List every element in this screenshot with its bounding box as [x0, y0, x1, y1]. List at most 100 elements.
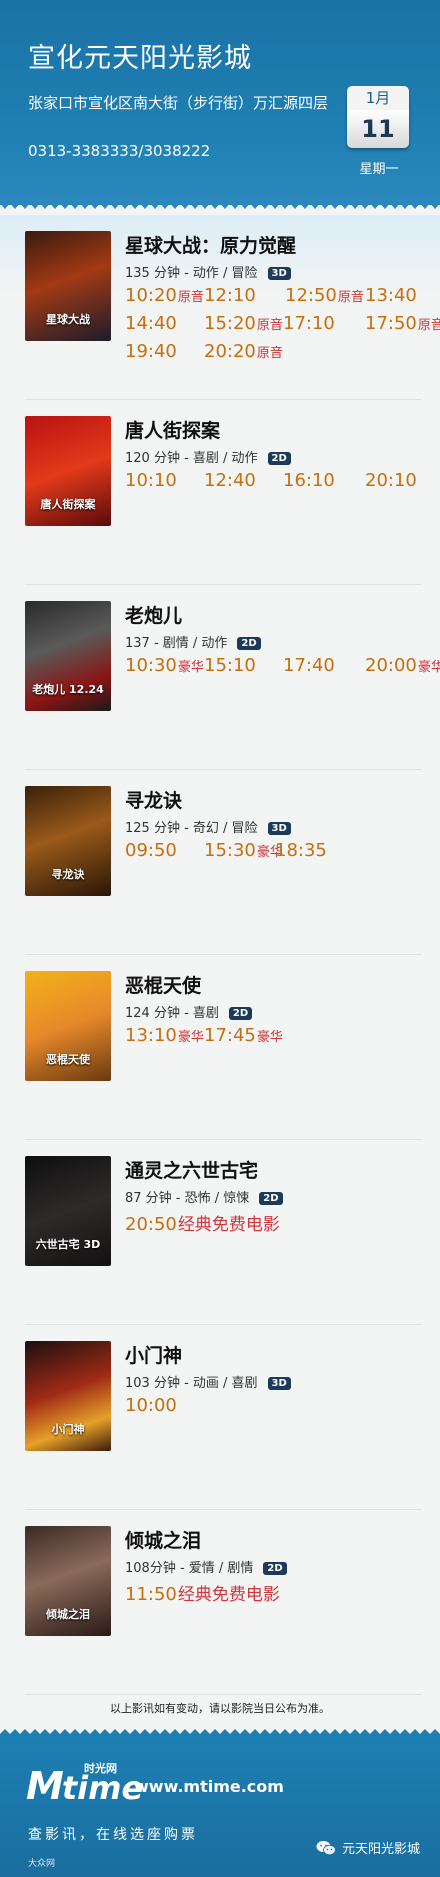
showtime[interactable]: 17:45豪华 [204, 1025, 283, 1046]
movie-title[interactable]: 寻龙诀 [125, 786, 182, 813]
showtime-time: 17:40 [283, 655, 335, 676]
showtime[interactable]: 20:10 [365, 470, 417, 491]
movie-item[interactable]: 六世古宅 3D 通灵之六世古宅 87 分钟 - 恐怖 / 惊悚 2D 20:50经… [0, 1140, 440, 1325]
showtime-tag: 原音 [256, 346, 283, 361]
showtime[interactable]: 15:10 [204, 655, 256, 676]
showtime[interactable]: 16:10 [283, 470, 335, 491]
showtime-time: 20:20 [204, 341, 256, 362]
showtime-time: 15:10 [204, 655, 256, 676]
movie-item[interactable]: 小门神 小门神 103 分钟 - 动画 / 喜剧 3D 10:00 [0, 1325, 440, 1510]
showtime[interactable]: 09:50 [125, 840, 177, 861]
mtime-site-link[interactable]: www.mtime.com [134, 1777, 284, 1796]
movie-title[interactable]: 老炮儿 [125, 601, 182, 628]
showtime[interactable]: 13:10豪华 [125, 1025, 204, 1046]
showtime-tag: 原音 [337, 290, 364, 305]
movie-title[interactable]: 星球大战：原力觉醒 [125, 231, 296, 258]
poster-text: 寻龙诀 [51, 868, 85, 881]
showtime[interactable]: 18:35 [275, 840, 327, 861]
showtime[interactable]: 12:10 [204, 285, 256, 306]
cinema-title: 宣化元天阳光影城 [28, 43, 252, 74]
movie-poster[interactable]: 小门神 [25, 1341, 111, 1451]
movie-poster[interactable]: 唐人街探案 [25, 416, 111, 526]
showtime[interactable]: 13:40 [365, 285, 417, 306]
movie-item[interactable]: 倾城之泪 倾城之泪 108分钟 - 爱情 / 剧情 2D 11:50经典免费电影 [0, 1510, 440, 1695]
format-badge: 3D [267, 1377, 291, 1390]
movie-poster[interactable]: 寻龙诀 [25, 786, 111, 896]
showtime-time: 10:30 [125, 655, 177, 676]
poster-text: 恶棍天使 [46, 1053, 90, 1066]
movie-poster[interactable]: 恶棍天使 [25, 971, 111, 1081]
showtime-time: 10:10 [125, 470, 177, 491]
movie-info: 124 分钟 - 喜剧 2D [125, 1002, 253, 1021]
showtime[interactable]: 20:00豪华 [365, 655, 440, 676]
showtime[interactable]: 20:50经典免费电影 [125, 1210, 280, 1235]
poster-text: 小门神 [51, 1423, 85, 1436]
movie-poster[interactable]: 星球大战 [25, 231, 111, 341]
movie-item[interactable]: 恶棍天使 恶棍天使 124 分钟 - 喜剧 2D 13:10豪华 17:45豪华 [0, 955, 440, 1140]
movie-duration-genre: 87 分钟 - 恐怖 / 惊悚 [125, 1191, 250, 1206]
showtime[interactable]: 10:10 [125, 470, 177, 491]
showtime-time: 13:40 [365, 285, 417, 306]
movie-duration-genre: 125 分钟 - 奇幻 / 冒险 [125, 821, 258, 836]
movie-title[interactable]: 恶棍天使 [125, 971, 201, 998]
date-weekday: 星期一 [359, 162, 399, 177]
showtime-tag: 原音 [177, 290, 204, 305]
showtime[interactable]: 19:40 [125, 341, 177, 362]
movie-info: 108分钟 - 爱情 / 剧情 2D [125, 1557, 287, 1576]
poster-text: 老炮儿 12.24 [32, 683, 104, 696]
date-month: 1月 [347, 86, 409, 110]
showtime[interactable]: 15:30豪华 [204, 840, 283, 861]
movie-poster[interactable]: 倾城之泪 [25, 1526, 111, 1636]
format-badge: 2D [237, 637, 261, 650]
mtime-slogan: 查影讯，在线选座购票 [28, 1827, 198, 1843]
mtime-logo[interactable]: Mtime 时光网 [26, 1762, 143, 1808]
movie-duration-genre: 108分钟 - 爱情 / 剧情 [125, 1561, 254, 1576]
format-badge: 2D [228, 1007, 253, 1020]
showtime[interactable]: 11:50经典免费电影 [125, 1580, 280, 1605]
movie-title[interactable]: 唐人街探案 [125, 416, 220, 443]
showtime[interactable]: 12:50原音 [285, 285, 364, 306]
footer-zigzag-edge [0, 1729, 440, 1741]
showtime-time: 17:10 [283, 313, 335, 334]
date-day: 11 [347, 110, 409, 148]
movie-title[interactable]: 小门神 [125, 1341, 182, 1368]
showtime-time: 19:40 [125, 341, 177, 362]
movie-poster[interactable]: 老炮儿 12.24 [25, 601, 111, 711]
showtime-tag: 原音 [256, 318, 283, 333]
movie-item[interactable]: 寻龙诀 寻龙诀 125 分钟 - 奇幻 / 冒险 3D 09:50 15:30豪华… [0, 770, 440, 955]
movie-title[interactable]: 倾城之泪 [125, 1526, 201, 1553]
format-badge: 2D [259, 1192, 283, 1205]
showtime[interactable]: 17:10 [283, 313, 335, 334]
movie-info: 135 分钟 - 动作 / 冒险 3D [125, 262, 291, 281]
cinema-header: 宣化元天阳光影城 张家口市宣化区南大街（步行街）万汇源四层 0313-33833… [0, 0, 440, 209]
movie-poster[interactable]: 六世古宅 3D [25, 1156, 111, 1266]
movie-item[interactable]: 唐人街探案 唐人街探案 120 分钟 - 喜剧 / 动作 2D 10:10 12:… [0, 400, 440, 585]
movie-duration-genre: 124 分钟 - 喜剧 [125, 1006, 219, 1021]
showtime[interactable]: 10:20原音 [125, 285, 204, 306]
showtime[interactable]: 14:40 [125, 313, 177, 334]
showtime[interactable]: 10:30豪华 [125, 655, 204, 676]
movie-item[interactable]: 星球大战 星球大战：原力觉醒 135 分钟 - 动作 / 冒险 3D 10:20原… [0, 215, 440, 400]
showtime-time: 15:20 [204, 313, 256, 334]
showtime-time: 18:35 [275, 840, 327, 861]
showtime[interactable]: 20:20原音 [204, 341, 283, 362]
notice-text: 以上影讯如有变动，请以影院当日公布为准。 [110, 1702, 330, 1715]
movie-duration-genre: 135 分钟 - 动作 / 冒险 [125, 266, 258, 281]
movie-title[interactable]: 通灵之六世古宅 [125, 1156, 258, 1183]
showtime[interactable]: 17:40 [283, 655, 335, 676]
showtime[interactable]: 17:50原音 [365, 313, 440, 334]
movie-item[interactable]: 老炮儿 12.24 老炮儿 137 - 剧情 / 动作 2D 10:30豪华 15… [0, 585, 440, 770]
showtime-tag: 原音 [417, 318, 440, 333]
wechat-account[interactable]: 元天阳光影城 [316, 1838, 420, 1857]
showtime[interactable]: 15:20原音 [204, 313, 283, 334]
movie-info: 125 分钟 - 奇幻 / 冒险 3D [125, 817, 291, 836]
logo-cn: 时光网 [84, 1762, 117, 1775]
showtime[interactable]: 12:40 [204, 470, 256, 491]
showtime-time: 10:20 [125, 285, 177, 306]
cinema-phone[interactable]: 0313-3383333/3038222 [28, 142, 210, 160]
showtime[interactable]: 10:00 [125, 1395, 177, 1416]
showtime-time: 17:50 [365, 313, 417, 334]
movie-info: 103 分钟 - 动画 / 喜剧 3D [125, 1372, 291, 1391]
showtime-time: 20:10 [365, 470, 417, 491]
showtime-time: 15:30 [204, 840, 256, 861]
